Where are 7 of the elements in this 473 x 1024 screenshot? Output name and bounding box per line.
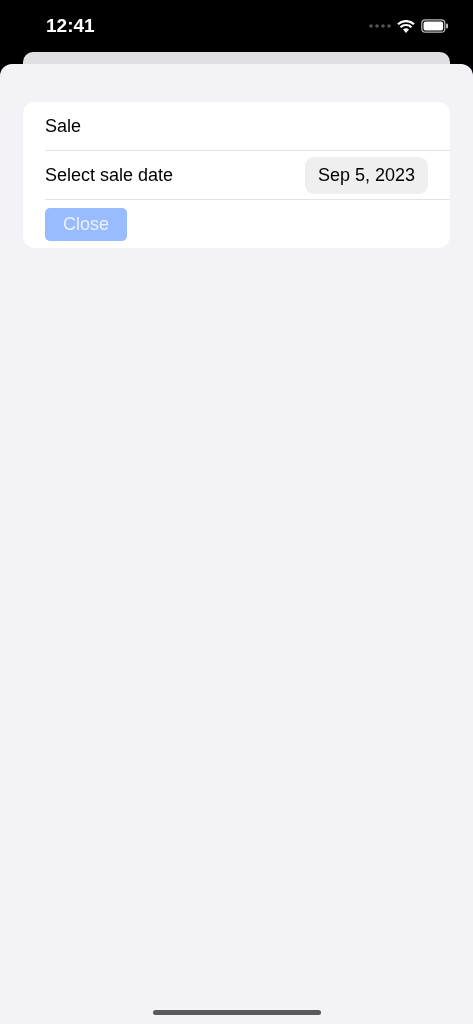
wifi-icon: [397, 19, 415, 33]
date-picker-button[interactable]: Sep 5, 2023: [304, 156, 428, 194]
signal-dots-icon: [369, 24, 391, 28]
status-time: 12:41: [46, 15, 95, 37]
date-label: Select sale date: [45, 164, 174, 186]
battery-icon: [421, 19, 449, 33]
section-title: Sale: [45, 115, 82, 137]
